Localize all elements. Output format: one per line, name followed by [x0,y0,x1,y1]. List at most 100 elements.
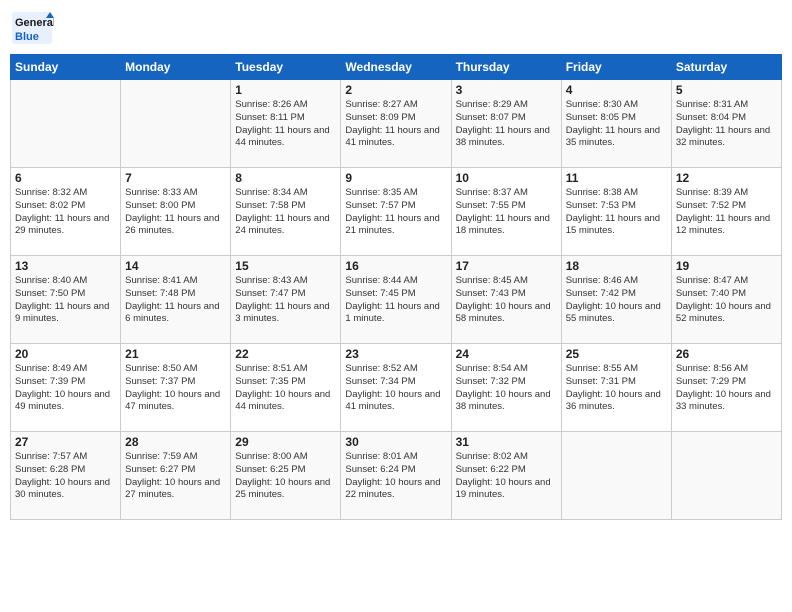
calendar-cell: 18 Sunrise: 8:46 AMSunset: 7:42 PMDayligh… [561,256,671,344]
day-number: 14 [125,259,226,273]
day-info: Sunrise: 8:33 AMSunset: 8:00 PMDaylight:… [125,187,226,238]
day-number: 18 [566,259,667,273]
calendar-cell: 5 Sunrise: 8:31 AMSunset: 8:04 PMDaylight… [671,80,781,168]
calendar-cell: 14Sunrise: 8:41 AMSunset: 7:48 PMDayligh… [121,256,231,344]
day-number: 19 [676,259,777,273]
calendar-cell: 30 Sunrise: 8:01 AMSunset: 6:24 PMDayligh… [341,432,451,520]
calendar-cell: 10 Sunrise: 8:37 AMSunset: 7:55 PMDayligh… [451,168,561,256]
day-info: Sunrise: 7:57 AMSunset: 6:28 PMDaylight:… [15,451,116,502]
day-number: 28 [125,435,226,449]
calendar-cell: 17Sunrise: 8:45 AMSunset: 7:43 PMDayligh… [451,256,561,344]
calendar-cell: 31Sunrise: 8:02 AMSunset: 6:22 PMDayligh… [451,432,561,520]
day-number: 8 [235,171,336,185]
weekday-header-monday: Monday [121,55,231,80]
day-number: 10 [456,171,557,185]
calendar-week-4: 20 Sunrise: 8:49 AMSunset: 7:39 PMDayligh… [11,344,782,432]
day-number: 9 [345,171,446,185]
calendar-cell: 21 Sunrise: 8:50 AMSunset: 7:37 PMDayligh… [121,344,231,432]
calendar-cell: 27 Sunrise: 7:57 AMSunset: 6:28 PMDayligh… [11,432,121,520]
calendar-cell: 12Sunrise: 8:39 AMSunset: 7:52 PMDayligh… [671,168,781,256]
day-number: 27 [15,435,116,449]
weekday-header-sunday: Sunday [11,55,121,80]
calendar-cell [671,432,781,520]
page-container: General Blue SundayMondayTuesdayWednesda… [0,0,792,525]
calendar-cell: 19 Sunrise: 8:47 AMSunset: 7:40 PMDayligh… [671,256,781,344]
day-info: Sunrise: 8:50 AMSunset: 7:37 PMDaylight:… [125,363,226,414]
day-info: Sunrise: 8:29 AMSunset: 8:07 PMDaylight:… [456,99,557,150]
day-info: Sunrise: 8:40 AMSunset: 7:50 PMDaylight:… [15,275,116,326]
day-info: Sunrise: 8:35 AMSunset: 7:57 PMDaylight:… [345,187,446,238]
day-info: Sunrise: 8:47 AMSunset: 7:40 PMDaylight:… [676,275,777,326]
calendar-cell: 29Sunrise: 8:00 AMSunset: 6:25 PMDayligh… [231,432,341,520]
day-number: 5 [676,83,777,97]
day-info: Sunrise: 8:44 AMSunset: 7:45 PMDaylight:… [345,275,446,326]
calendar-cell: 11 Sunrise: 8:38 AMSunset: 7:53 PMDayligh… [561,168,671,256]
weekday-header-tuesday: Tuesday [231,55,341,80]
day-number: 13 [15,259,116,273]
weekday-header-thursday: Thursday [451,55,561,80]
calendar-cell: 15 Sunrise: 8:43 AMSunset: 7:47 PMDayligh… [231,256,341,344]
day-number: 2 [345,83,446,97]
calendar-cell: 8 Sunrise: 8:34 AMSunset: 7:58 PMDaylight… [231,168,341,256]
day-number: 16 [345,259,446,273]
day-number: 20 [15,347,116,361]
day-info: Sunrise: 8:34 AMSunset: 7:58 PMDaylight:… [235,187,336,238]
day-number: 26 [676,347,777,361]
weekday-header-wednesday: Wednesday [341,55,451,80]
day-info: Sunrise: 8:38 AMSunset: 7:53 PMDaylight:… [566,187,667,238]
day-info: Sunrise: 8:30 AMSunset: 8:05 PMDaylight:… [566,99,667,150]
day-info: Sunrise: 8:31 AMSunset: 8:04 PMDaylight:… [676,99,777,150]
day-info: Sunrise: 8:27 AMSunset: 8:09 PMDaylight:… [345,99,446,150]
logo: General Blue [10,10,54,46]
calendar-cell: 3Sunrise: 8:29 AMSunset: 8:07 PMDaylight… [451,80,561,168]
day-number: 7 [125,171,226,185]
day-info: Sunrise: 8:45 AMSunset: 7:43 PMDaylight:… [456,275,557,326]
calendar-cell: 2 Sunrise: 8:27 AMSunset: 8:09 PMDaylight… [341,80,451,168]
day-info: Sunrise: 8:39 AMSunset: 7:52 PMDaylight:… [676,187,777,238]
header: General Blue [10,10,782,46]
day-info: Sunrise: 8:43 AMSunset: 7:47 PMDaylight:… [235,275,336,326]
day-number: 15 [235,259,336,273]
day-number: 11 [566,171,667,185]
day-number: 6 [15,171,116,185]
day-info: Sunrise: 8:26 AMSunset: 8:11 PMDaylight:… [235,99,336,150]
svg-text:Blue: Blue [15,31,39,43]
calendar-cell: 24Sunrise: 8:54 AMSunset: 7:32 PMDayligh… [451,344,561,432]
svg-text:General: General [15,17,54,29]
day-info: Sunrise: 8:52 AMSunset: 7:34 PMDaylight:… [345,363,446,414]
calendar-table: SundayMondayTuesdayWednesdayThursdayFrid… [10,54,782,520]
day-info: Sunrise: 7:59 AMSunset: 6:27 PMDaylight:… [125,451,226,502]
calendar-cell: 23 Sunrise: 8:52 AMSunset: 7:34 PMDayligh… [341,344,451,432]
calendar-cell: 9 Sunrise: 8:35 AMSunset: 7:57 PMDaylight… [341,168,451,256]
day-number: 24 [456,347,557,361]
day-number: 23 [345,347,446,361]
calendar-cell: 22Sunrise: 8:51 AMSunset: 7:35 PMDayligh… [231,344,341,432]
calendar-cell: 4 Sunrise: 8:30 AMSunset: 8:05 PMDaylight… [561,80,671,168]
calendar-cell: 6 Sunrise: 8:32 AMSunset: 8:02 PMDaylight… [11,168,121,256]
weekday-header-friday: Friday [561,55,671,80]
calendar-week-1: 1 Sunrise: 8:26 AMSunset: 8:11 PMDaylight… [11,80,782,168]
day-info: Sunrise: 8:46 AMSunset: 7:42 PMDaylight:… [566,275,667,326]
calendar-cell: 25 Sunrise: 8:55 AMSunset: 7:31 PMDayligh… [561,344,671,432]
calendar-cell: 28 Sunrise: 7:59 AMSunset: 6:27 PMDayligh… [121,432,231,520]
day-number: 25 [566,347,667,361]
day-info: Sunrise: 8:55 AMSunset: 7:31 PMDaylight:… [566,363,667,414]
day-info: Sunrise: 8:37 AMSunset: 7:55 PMDaylight:… [456,187,557,238]
calendar-cell: 7 Sunrise: 8:33 AMSunset: 8:00 PMDaylight… [121,168,231,256]
day-info: Sunrise: 8:32 AMSunset: 8:02 PMDaylight:… [15,187,116,238]
calendar-cell: 16 Sunrise: 8:44 AMSunset: 7:45 PMDayligh… [341,256,451,344]
calendar-week-2: 6 Sunrise: 8:32 AMSunset: 8:02 PMDaylight… [11,168,782,256]
calendar-cell: 1 Sunrise: 8:26 AMSunset: 8:11 PMDaylight… [231,80,341,168]
day-number: 1 [235,83,336,97]
day-number: 21 [125,347,226,361]
day-info: Sunrise: 8:01 AMSunset: 6:24 PMDaylight:… [345,451,446,502]
day-number: 29 [235,435,336,449]
calendar-cell: 13 Sunrise: 8:40 AMSunset: 7:50 PMDayligh… [11,256,121,344]
day-number: 31 [456,435,557,449]
weekday-header-row: SundayMondayTuesdayWednesdayThursdayFrid… [11,55,782,80]
day-number: 30 [345,435,446,449]
day-info: Sunrise: 8:49 AMSunset: 7:39 PMDaylight:… [15,363,116,414]
day-number: 4 [566,83,667,97]
calendar-cell [11,80,121,168]
calendar-cell [561,432,671,520]
